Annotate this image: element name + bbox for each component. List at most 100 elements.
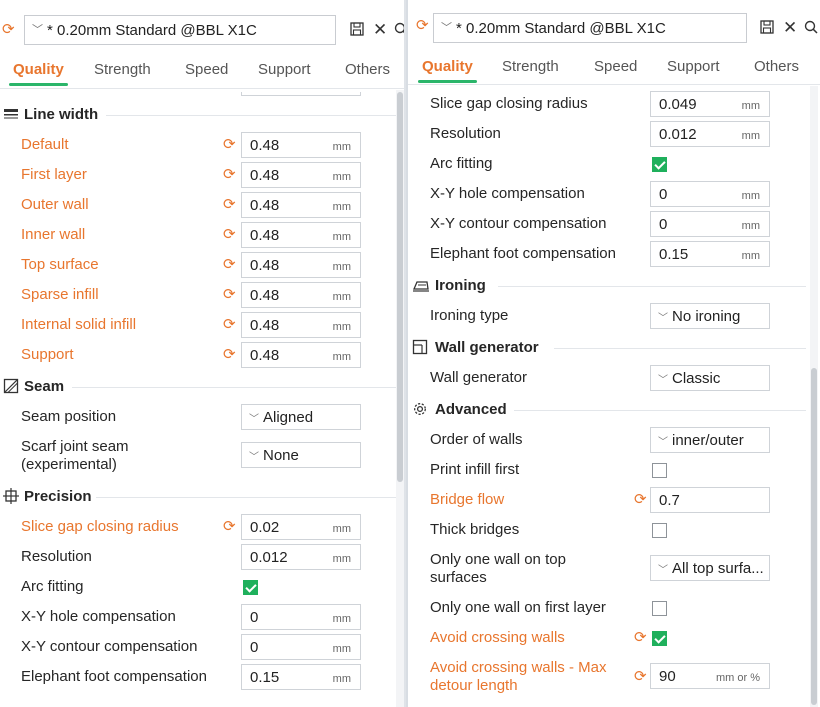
setting-label: Seam position [21, 408, 117, 425]
tab-support[interactable]: Support [667, 58, 720, 75]
setting-label: Top surface [21, 256, 99, 273]
select-value: All top surfa... [672, 560, 764, 577]
seam-position-select[interactable]: ﹀ Aligned [241, 404, 361, 430]
reset-icon[interactable]: ⟳ [223, 257, 239, 273]
tab-speed[interactable]: Speed [185, 61, 228, 78]
tab-support[interactable]: Support [258, 61, 311, 78]
value-field[interactable]: 0.48 mm [241, 282, 361, 308]
reset-icon[interactable]: ⟳ [634, 492, 650, 508]
field-value: 0.48 [250, 317, 280, 334]
value-field[interactable]: 0 mm [650, 181, 770, 207]
thick-bridges-checkbox[interactable] [652, 523, 667, 538]
reset-icon[interactable]: ⟳ [223, 227, 239, 243]
save-icon[interactable] [760, 20, 774, 37]
arc-fitting-checkbox[interactable] [243, 580, 258, 595]
section-title: Precision [24, 488, 92, 505]
arc-fitting-checkbox[interactable] [652, 157, 667, 172]
reset-icon[interactable]: ⟳ [634, 630, 650, 646]
field-unit: mm [332, 171, 351, 183]
field-unit: mm or % [716, 672, 760, 684]
value-field[interactable]: 0.48 mm [241, 252, 361, 278]
scarf-joint-select[interactable]: ﹀ None [241, 442, 361, 468]
scrollbar-thumb[interactable] [811, 368, 817, 705]
setting-label: Scarf joint seam (experimental) [21, 438, 129, 473]
value-field[interactable]: 0.02 mm [241, 514, 361, 540]
field-value: 90 [659, 668, 676, 685]
value-field[interactable]: 0.48 mm [241, 132, 361, 158]
one-wall-top-select[interactable]: ﹀ All top surfa... [650, 555, 770, 581]
value-field[interactable]: 0 mm [241, 604, 361, 630]
setting-label: Order of walls [430, 431, 523, 448]
scrollbar-thumb[interactable] [397, 92, 403, 482]
value-field[interactable]: 0.012 mm [650, 121, 770, 147]
setting-label: X-Y contour compensation [430, 215, 607, 232]
tab-speed[interactable]: Speed [594, 58, 637, 75]
value-field[interactable]: 0.049 mm [650, 91, 770, 117]
tab-quality[interactable]: Quality [418, 58, 477, 83]
tab-strength[interactable]: Strength [94, 61, 151, 78]
line-width-icon [3, 106, 19, 122]
select-value: Classic [672, 370, 721, 387]
reset-icon[interactable]: ⟳ [223, 347, 239, 363]
preset-select[interactable]: ﹀ * 0.20mm Standard @BBL X1C [24, 15, 336, 45]
setting-row-elephant-foot: Elephant foot compensation 0.15 mm [408, 239, 820, 269]
field-value: 0 [250, 609, 259, 626]
save-icon[interactable] [350, 22, 364, 39]
setting-row-xy-contour: X-Y contour compensation 0 mm [0, 632, 406, 662]
avoid-crossing-checkbox[interactable] [652, 631, 667, 646]
field-value: 0.48 [250, 197, 280, 214]
setting-label: X-Y hole compensation [430, 185, 585, 202]
reset-icon[interactable]: ⟳ [223, 137, 239, 153]
search-icon[interactable] [804, 20, 818, 37]
value-field[interactable]: 90 mm or % [650, 663, 770, 689]
field-value: 0.15 [250, 669, 280, 686]
chevron-down-icon: ﹀ [249, 414, 259, 425]
value-field[interactable]: 0 mm [650, 211, 770, 237]
reset-icon[interactable]: ⟳ [223, 287, 239, 303]
section-title: Ironing [435, 277, 486, 294]
close-icon[interactable]: ✕ [783, 18, 797, 38]
setting-row-xy-hole: X-Y hole compensation 0 mm [408, 179, 820, 209]
setting-label: Avoid crossing walls - Max detour length [430, 659, 607, 694]
ironing-type-select[interactable]: ﹀ No ironing [650, 303, 770, 329]
reset-icon[interactable]: ⟳ [223, 197, 239, 213]
reset-icon[interactable]: ⟳ [223, 519, 239, 535]
value-field[interactable]: 0 mm [241, 634, 361, 660]
value-field[interactable]: 0.15 mm [241, 664, 361, 690]
reset-icon[interactable]: ⟳ [223, 167, 239, 183]
tab-others[interactable]: Others [345, 61, 390, 78]
value-field[interactable]: 0.48 mm [241, 312, 361, 338]
setting-row-support: Support ⟳ 0.48 mm [0, 340, 406, 370]
value-field[interactable]: 0.15 mm [650, 241, 770, 267]
field-unit: mm [332, 613, 351, 625]
reset-icon[interactable]: ⟳ [2, 22, 18, 38]
setting-label: Slice gap closing radius [21, 518, 179, 535]
setting-row-first-layer: First layer ⟳ 0.48 mm [0, 160, 406, 190]
preset-toolbar: ⟳ ﹀ * 0.20mm Standard @BBL X1C ✕ [408, 0, 820, 48]
tab-quality[interactable]: Quality [9, 61, 68, 86]
section-line-width: Line width [0, 102, 406, 128]
tab-strength[interactable]: Strength [502, 58, 559, 75]
setting-label: Resolution [430, 125, 501, 142]
reset-icon[interactable]: ⟳ [223, 317, 239, 333]
wall-generator-select[interactable]: ﹀ Classic [650, 365, 770, 391]
value-field[interactable]: 0.48 mm [241, 222, 361, 248]
chevron-down-icon: ﹀ [658, 565, 668, 576]
tab-others[interactable]: Others [754, 58, 799, 75]
order-of-walls-select[interactable]: ﹀ inner/outer [650, 427, 770, 453]
preset-select[interactable]: ﹀ * 0.20mm Standard @BBL X1C [433, 13, 747, 43]
reset-icon[interactable]: ⟳ [416, 18, 432, 34]
setting-label: Default [21, 136, 69, 153]
reset-icon[interactable]: ⟳ [634, 669, 650, 685]
field-unit: mm [332, 261, 351, 273]
close-icon[interactable]: ✕ [373, 20, 387, 40]
field-unit: mm [741, 100, 760, 112]
value-field[interactable]: 0.012 mm [241, 544, 361, 570]
value-field[interactable]: 0.48 mm [241, 162, 361, 188]
value-field[interactable]: 0.48 mm [241, 342, 361, 368]
print-infill-first-checkbox[interactable] [652, 463, 667, 478]
one-wall-first-checkbox[interactable] [652, 601, 667, 616]
value-field[interactable]: 0.48 mm [241, 192, 361, 218]
value-field[interactable]: 0.7 [650, 487, 770, 513]
field-value: 0.48 [250, 167, 280, 184]
